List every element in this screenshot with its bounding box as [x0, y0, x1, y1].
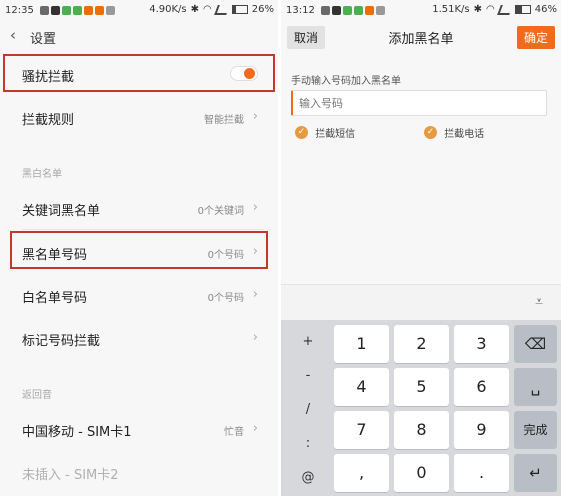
check-icon: ✓: [295, 126, 308, 139]
whitelist-numbers-row[interactable]: 白名单号码 0个号码 ›: [0, 273, 278, 316]
block-sms-label: 拦截短信: [315, 129, 356, 140]
block-rules-label: 拦截规则: [22, 113, 75, 128]
numeric-keyboard: + - / : @ 1 2 3 4 5 6 7 8 9 , 0 . ⌫ ␣ 完成…: [281, 320, 561, 496]
key-0[interactable]: 0: [394, 454, 449, 492]
battery-icon: [231, 5, 248, 14]
backspace-icon[interactable]: ⌫: [514, 325, 557, 363]
signal-icon: [496, 4, 513, 15]
chevron-right-icon: ›: [252, 287, 258, 302]
app-icon-3: [106, 6, 115, 15]
key-2[interactable]: 2: [394, 325, 449, 363]
message-icon: [321, 6, 330, 15]
app-icon-2: [376, 6, 385, 15]
wechat-icon: [343, 6, 352, 15]
key-slash[interactable]: /: [283, 402, 333, 417]
wechat-icon-2: [73, 6, 82, 15]
key-8[interactable]: 8: [394, 411, 449, 449]
sim1-label: 中国移动 - SIM卡1: [22, 425, 132, 440]
chevron-right-icon: ›: [252, 200, 258, 215]
key-1[interactable]: 1: [334, 325, 389, 363]
keyword-blacklist-row[interactable]: 关键词黑名单 0个关键词 ›: [0, 186, 278, 229]
chevron-right-icon: ›: [252, 330, 258, 345]
settings-header: ‹ 设置: [0, 22, 278, 52]
space-icon[interactable]: ␣: [514, 368, 557, 406]
add-blacklist-screen: 13:12 1.51K/s ✱ ◠ 46% 取消 添加黑名单 确定 手动输入号码…: [281, 0, 561, 496]
key-at[interactable]: @: [283, 470, 333, 485]
qq-icon: [332, 6, 341, 15]
highlight-box: [10, 231, 268, 269]
key-3[interactable]: 3: [454, 325, 509, 363]
key-comma[interactable]: ,: [334, 454, 389, 492]
notification-icons: [40, 6, 115, 15]
wechat-icon: [62, 6, 71, 15]
status-time: 12:35: [5, 5, 34, 16]
keyboard-toolbar: ⩡: [281, 284, 561, 321]
key-period[interactable]: .: [454, 454, 509, 492]
sim1-value: 忙音: [224, 427, 244, 438]
key-5[interactable]: 5: [394, 368, 449, 406]
app-icon: [365, 6, 374, 15]
key-colon[interactable]: :: [283, 436, 333, 451]
wifi-icon: ◠: [486, 4, 495, 15]
enter-icon[interactable]: ↵: [514, 454, 557, 492]
block-sms-option[interactable]: ✓ 拦截短信: [295, 125, 355, 140]
page-title: 设置: [30, 32, 57, 47]
signal-icon: [213, 4, 230, 15]
section-blackwhite: 黑白名单: [22, 169, 62, 180]
battery-percent: 26%: [251, 4, 274, 15]
key-4[interactable]: 4: [334, 368, 389, 406]
bluetooth-icon: ✱: [473, 4, 483, 15]
whitelist-numbers-label: 白名单号码: [22, 291, 88, 306]
message-icon: [40, 6, 49, 15]
notification-icons: [321, 6, 385, 15]
network-speed: 1.51K/s: [432, 4, 470, 15]
key-9[interactable]: 9: [454, 411, 509, 449]
wechat-icon-2: [354, 6, 363, 15]
qq-icon: [51, 6, 60, 15]
key-7[interactable]: 7: [334, 411, 389, 449]
wifi-icon: ◠: [203, 4, 212, 15]
battery-percent: 46%: [534, 4, 557, 15]
app-icon: [84, 6, 93, 15]
back-icon[interactable]: ‹: [10, 26, 16, 44]
confirm-button[interactable]: 确定: [516, 26, 555, 49]
sim2-label: 未插入 - SIM卡2: [22, 468, 119, 483]
status-bar: 12:35 4.90K/s ✱ ◠ 26%: [0, 0, 278, 22]
add-blacklist-header: 取消 添加黑名单 确定: [281, 22, 561, 52]
marked-number-row[interactable]: 标记号码拦截 ›: [0, 316, 278, 359]
battery-icon: [514, 5, 531, 14]
key-6[interactable]: 6: [454, 368, 509, 406]
collapse-keyboard-icon[interactable]: ⩡: [535, 294, 543, 310]
number-input[interactable]: [291, 90, 547, 116]
sim2-row: 未插入 - SIM卡2: [0, 450, 278, 493]
keyword-blacklist-value: 0个关键词: [197, 206, 244, 217]
marked-number-label: 标记号码拦截: [22, 334, 101, 349]
key-plus[interactable]: +: [283, 334, 333, 349]
section-busytone: 返回音: [22, 390, 52, 401]
block-rules-row[interactable]: 拦截规则 智能拦截 ›: [0, 95, 278, 138]
status-bar: 13:12 1.51K/s ✱ ◠ 46%: [281, 0, 561, 22]
check-icon: ✓: [424, 126, 437, 139]
manual-input-label: 手动输入号码加入黑名单: [291, 76, 401, 87]
block-rules-value: 智能拦截: [204, 115, 244, 126]
block-call-label: 拦截电话: [444, 129, 485, 140]
whitelist-numbers-value: 0个号码: [207, 293, 244, 304]
chevron-right-icon: ›: [252, 421, 258, 436]
bluetooth-icon: ✱: [190, 4, 200, 15]
highlight-box: [3, 54, 275, 92]
keyword-blacklist-label: 关键词黑名单: [22, 204, 101, 219]
key-minus[interactable]: -: [283, 368, 333, 383]
app-icon-2: [95, 6, 104, 15]
status-time: 13:12: [286, 5, 315, 16]
sim1-row[interactable]: 中国移动 - SIM卡1 忙音 ›: [0, 407, 278, 450]
network-speed: 4.90K/s: [149, 4, 187, 15]
done-button[interactable]: 完成: [514, 411, 557, 449]
block-call-option[interactable]: ✓ 拦截电话: [424, 125, 484, 140]
chevron-right-icon: ›: [252, 109, 258, 124]
settings-screen: 12:35 4.90K/s ✱ ◠ 26% ‹ 设置 骚扰拦截 拦截规则 智能拦…: [0, 0, 278, 496]
